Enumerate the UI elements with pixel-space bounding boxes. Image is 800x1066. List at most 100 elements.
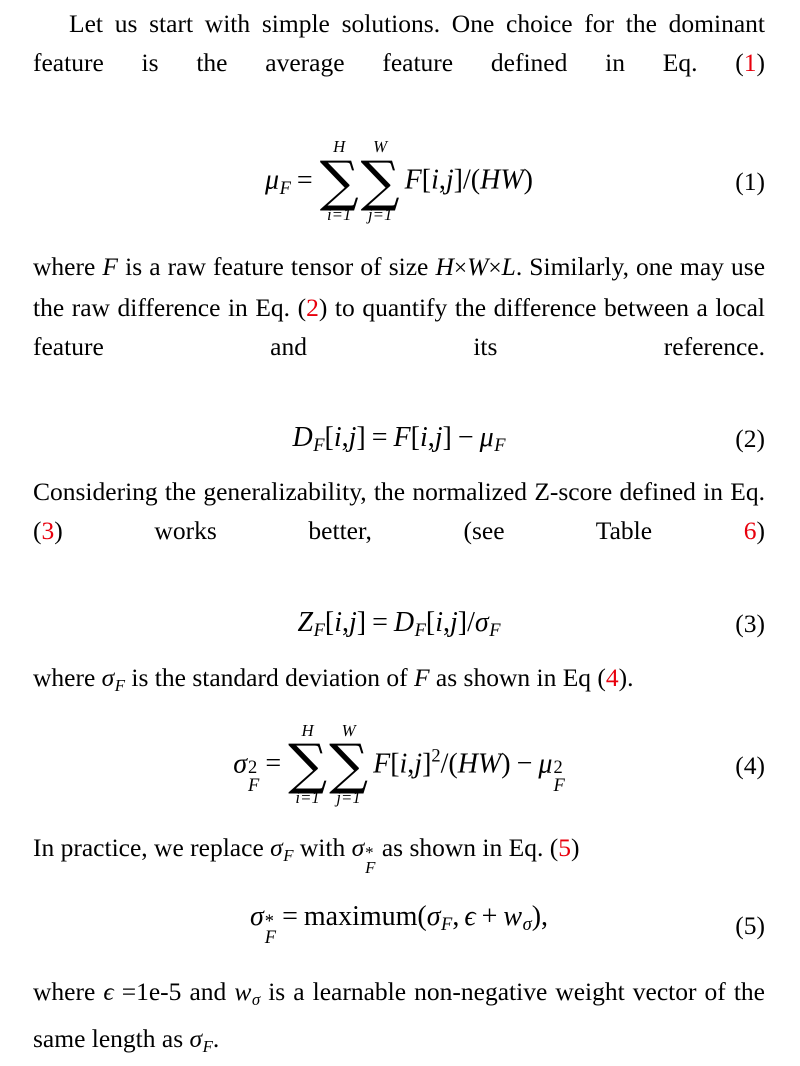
eq1-bracket-open: [ (421, 164, 432, 196)
inline-var-F: F (102, 251, 118, 281)
eq3-index-i: i (334, 606, 342, 638)
paragraph-intro-text-1: Let us start with simple solutions. One … (33, 9, 765, 77)
table-reference-6[interactable]: 6 (744, 516, 757, 545)
eq1-F: F (404, 164, 422, 196)
eq1-HW: HW (480, 164, 524, 196)
eq1-mu: μ (265, 164, 280, 196)
eq2-comma: , (341, 421, 349, 453)
eq5-sigma-subscript: F (264, 927, 277, 947)
eq1-sum-1: H ∑ i=1 (319, 138, 359, 224)
eq4-sum-2: W ∑ j=1 (329, 722, 368, 808)
paragraph-zscore: Considering the generalizability, the no… (33, 472, 765, 589)
eq-reference-1[interactable]: 1 (744, 48, 757, 77)
eq3-bracket-close: ] (356, 606, 367, 638)
eq5-sigma-scripts: * F (265, 910, 276, 946)
eq1-mu-subscript: F (279, 178, 291, 199)
equation-3: ZF[i,j] = DF[i,j]/σF (3) (33, 607, 765, 641)
equation-1: μF = H ∑ i=1 W ∑ j=1 F[i,j]/(HW) (1) (33, 138, 765, 225)
eq3-bracket-open: [ (324, 606, 335, 638)
equation-2-number: (2) (735, 423, 765, 453)
eq4-equals: = (265, 748, 282, 780)
eq2-mu: μ (479, 421, 494, 453)
eq3-bracket-close-2: ] (457, 606, 468, 638)
eq4-summation-outer: H ∑ i=1 W ∑ j=1 (287, 722, 369, 809)
sigma-summation-icon: ∑ (288, 732, 328, 797)
eq2-bracket-open: [ (324, 421, 334, 453)
eq4-HW: HW (457, 748, 502, 780)
inline-var-W: W (467, 251, 489, 281)
eq2-minus: − (457, 421, 474, 453)
eq2-F: F (393, 421, 411, 453)
eq3-index-j-2: j (450, 606, 458, 638)
eq4-sigma-scripts: 2F (248, 756, 259, 794)
inline-sigma-3: σ (189, 1023, 203, 1053)
eq-reference-5[interactable]: 5 (558, 833, 571, 862)
equation-3-body: ZF[i,j] = DF[i,j]/σF (297, 606, 501, 641)
eq4-mu-subscript: F (553, 774, 565, 795)
equation-4-number: (4) (735, 750, 765, 780)
equation-4: σ 2 F = H ∑ i=1 W ∑ j=1 F[i,j]2/(HW) − μ 2 F (4) (33, 722, 765, 809)
eq4-paren-open: ( (448, 748, 458, 780)
sigma-summation-icon: ∑ (319, 148, 359, 213)
eq3-slash: / (467, 606, 475, 638)
eq4-sum-1: H ∑ i=1 (288, 722, 328, 808)
text-column: Let us start with simple solutions. One … (33, 0, 765, 1066)
inline-sigma-star-scripts: * F (365, 844, 375, 877)
paragraph-in-practice-text-1: In practice, we replace (33, 833, 271, 863)
eq4-paren-close: ) (501, 748, 511, 780)
eq4-sum-1-lower: i=1 (295, 788, 320, 808)
eq2-bracket-open-2: [ (410, 421, 420, 453)
eq1-sum-2-lower: j=1 (367, 204, 393, 224)
eq4-index-j: j (414, 748, 423, 780)
eq3-sigma-subscript: F (489, 620, 501, 641)
paragraph-where-F-text-1: where (33, 251, 103, 281)
inline-w: w (234, 976, 252, 1006)
eq2-index-j-2: j (434, 421, 443, 453)
eq4-mu-superscript: 2 (553, 756, 563, 777)
paragraph-where-F: where F is a raw feature tensor of size … (33, 247, 765, 405)
inline-sigma-star: σ (351, 833, 365, 863)
eq4-minus: − (516, 748, 533, 780)
inline-sigma-subscript: F (114, 675, 126, 695)
eq2-D: D (292, 421, 313, 453)
eq-reference-2[interactable]: 2 (306, 293, 319, 322)
paragraph-where-F-text-2: is a raw feature tensor of size (118, 251, 436, 281)
eq-reference-4[interactable]: 4 (606, 663, 619, 692)
paragraph-epsilon-text-1: where (33, 976, 104, 1006)
eq3-equals: = (372, 606, 388, 638)
equation-2-body: DF[i,j] = F[i,j] − μF (292, 421, 506, 456)
eq4-sum-2-lower: j=1 (336, 788, 361, 808)
eq5-w-subscript: σ (522, 914, 532, 935)
eq4-sigma-superscript: 2 (248, 756, 258, 777)
paragraph-where-sigma-text-3: as shown in Eq ( (429, 662, 606, 692)
multiply-icon: × (488, 254, 502, 281)
eq1-comma: , (438, 164, 446, 196)
paragraph-where-sigma-text-2: is the standard deviation of (125, 662, 414, 692)
paragraph-intro-text-2: ) (756, 48, 766, 77)
paragraph-epsilon: where ϵ =1e-5 and wσ is a learnable non-… (33, 972, 765, 1066)
inline-sigma-star-superscript: * (365, 843, 374, 863)
multiply-icon: × (453, 254, 468, 281)
paragraph-in-practice: In practice, we replace σF with σ * F as s… (33, 828, 765, 881)
paragraph-zscore-text-3: ) (756, 515, 766, 545)
equation-1-number: (1) (735, 167, 765, 197)
eq2-index-i: i (333, 421, 342, 453)
equation-4-body: σ 2 F = H ∑ i=1 W ∑ j=1 F[i,j]2/(HW) − μ 2 F (233, 722, 565, 809)
eq-reference-3[interactable]: 3 (42, 516, 55, 545)
eq2-bracket-close-2: ] (442, 421, 452, 453)
eq2-index-i-2: i (419, 421, 428, 453)
paragraph-epsilon-text-4: . (212, 1023, 220, 1053)
inline-var-H: H (435, 251, 454, 281)
eq1-sum-2: W ∑ j=1 (361, 138, 400, 224)
paragraph-in-practice-text-4: ) (570, 833, 580, 863)
inline-w-subscript: σ (251, 989, 261, 1009)
paragraph-in-practice-text-3: as shown in Eq. ( (375, 833, 559, 863)
eq3-index-i-2: i (435, 606, 444, 638)
eq2-mu-subscript: F (494, 435, 506, 456)
eq4-mu-scripts: 2F (553, 756, 565, 795)
eq3-comma: , (341, 606, 349, 638)
eq5-sigma-arg-subscript: F (441, 914, 453, 935)
eq2-equals: = (371, 421, 388, 453)
paragraph-where-sigma-text-1: where (33, 662, 102, 692)
paragraph-epsilon-text-2: =1e-5 and (113, 976, 235, 1006)
